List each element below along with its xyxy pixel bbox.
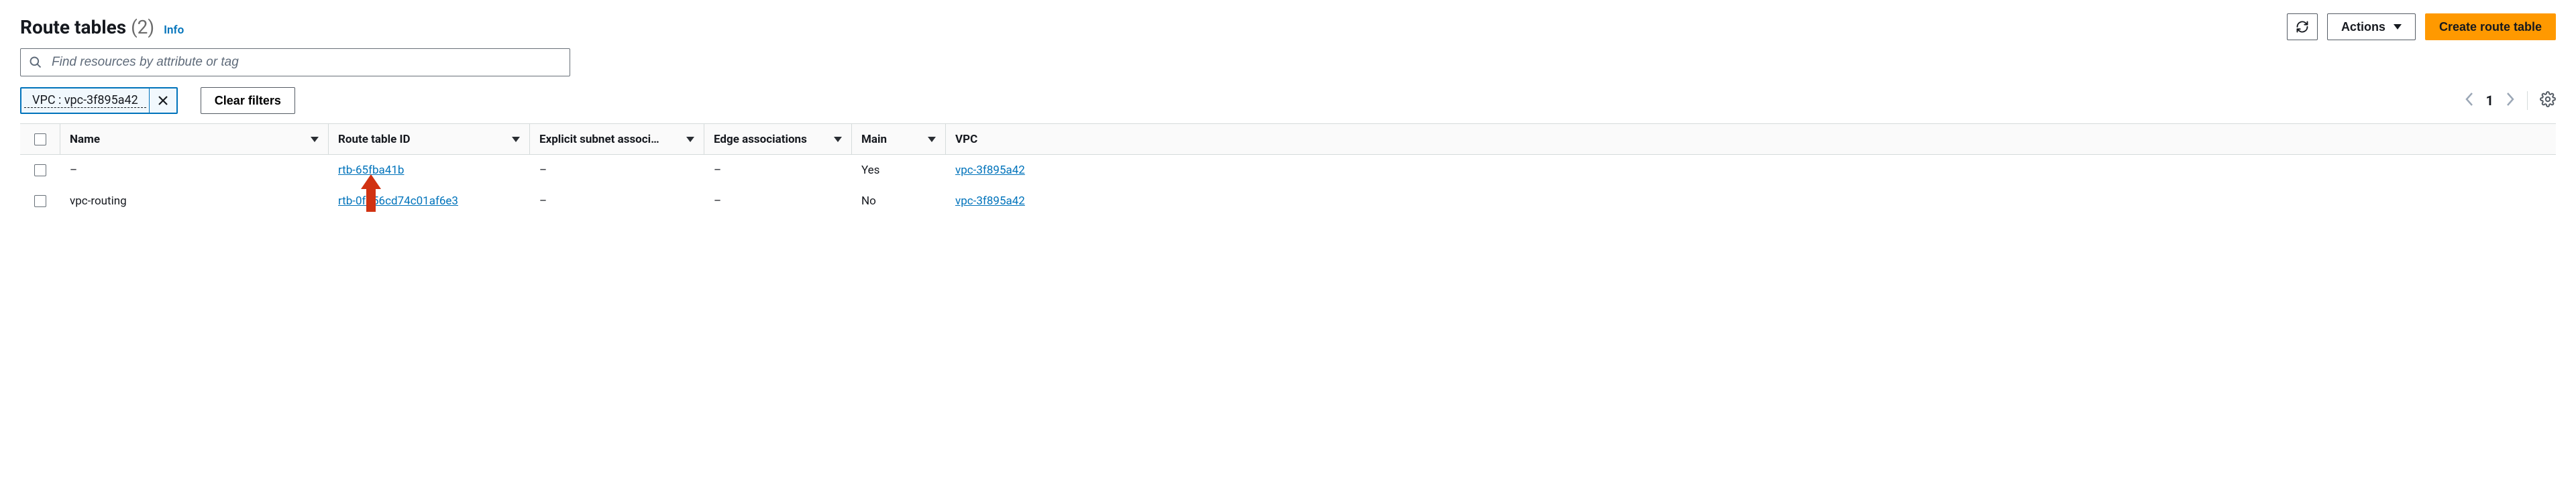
search-icon [29,56,42,69]
vpc-link[interactable]: vpc-3f895a42 [955,164,1025,177]
route-table-id-link[interactable]: rtb-0f956cd74c01af6e3 [338,194,458,208]
settings-button[interactable] [2540,91,2556,110]
column-header-vpc-label: VPC [955,133,977,146]
actions-label: Actions [2341,20,2385,34]
chevron-right-icon [2506,92,2515,107]
page-title: Route tables (2) [20,16,154,38]
create-route-table-button[interactable]: Create route table [2425,13,2556,40]
pager-prev-button[interactable] [2465,92,2474,109]
title-text: Route tables [20,16,126,38]
row-checkbox[interactable] [34,195,46,207]
search-box[interactable] [20,48,570,76]
cell-main: Yes [852,164,946,177]
route-table-id-link[interactable]: rtb-65fba41b [338,164,404,177]
search-input[interactable] [50,54,561,70]
actions-button[interactable]: Actions [2327,13,2416,40]
caret-down-icon [2394,24,2402,29]
column-header-name[interactable]: Name [60,124,329,154]
column-header-rtb-label: Route table ID [338,133,411,146]
table-row: vpc-routing rtb-0f956cd74c01af6e3 – – No… [20,186,2556,217]
pager-page-number: 1 [2486,93,2493,109]
route-tables-grid: Name Route table ID Explicit subnet asso… [20,123,2556,217]
refresh-button[interactable] [2287,13,2318,40]
row-checkbox[interactable] [34,164,46,176]
sort-icon [512,137,520,142]
table-row: – rtb-65fba41b – – Yes vpc-3f895a42 [20,155,2556,186]
sort-icon [834,137,842,142]
filter-chip-vpc[interactable]: VPC : vpc-3f895a42 [20,87,178,114]
vpc-link[interactable]: vpc-3f895a42 [955,194,1025,208]
cell-name: – [60,164,329,177]
filter-chip-close-icon[interactable] [149,88,176,113]
select-all-checkbox[interactable] [34,133,46,145]
cell-name: vpc-routing [60,194,329,208]
sort-icon [928,137,936,142]
column-header-main-label: Main [861,133,887,146]
column-header-explicit-label: Explicit subnet associ… [539,133,659,146]
cell-main: No [852,194,946,208]
pager-separator [2527,91,2528,110]
refresh-icon [2296,20,2309,34]
column-header-main[interactable]: Main [852,124,946,154]
gear-icon [2540,91,2556,107]
filter-chip-text: VPC : vpc-3f895a42 [24,93,146,108]
column-header-route-table-id[interactable]: Route table ID [329,124,530,154]
select-all-column [20,124,60,154]
pager-next-button[interactable] [2506,92,2515,109]
cell-edge-assoc: – [704,194,852,208]
sort-icon [311,137,319,142]
column-header-edge-label: Edge associations [714,133,807,146]
info-link[interactable]: Info [164,23,184,37]
clear-filters-button[interactable]: Clear filters [201,87,295,114]
column-header-edge-assoc[interactable]: Edge associations [704,124,852,154]
column-header-name-label: Name [70,133,100,146]
column-header-vpc[interactable]: VPC [946,124,1080,154]
cell-explicit-assoc: – [530,194,704,208]
close-icon [158,95,168,106]
sort-icon [686,137,694,142]
chevron-left-icon [2465,92,2474,107]
item-count: (2) [131,16,154,38]
column-header-explicit-assoc[interactable]: Explicit subnet associ… [530,124,704,154]
cell-edge-assoc: – [704,164,852,177]
cell-explicit-assoc: – [530,164,704,177]
